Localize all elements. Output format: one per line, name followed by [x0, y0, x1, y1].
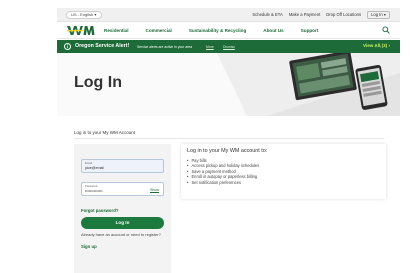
list-item: Set notification preferences — [187, 180, 259, 185]
info-icon: i — [64, 43, 71, 50]
search-icon[interactable] — [382, 26, 390, 34]
browser-page: US - English ▾ Schedule & ETA Make a Pay… — [57, 8, 400, 273]
nav-commercial[interactable]: Commercial — [146, 28, 172, 33]
nav-residential[interactable]: Residential — [104, 28, 129, 33]
nav-support[interactable]: Support — [301, 28, 319, 33]
password-label: Password — [85, 184, 98, 188]
signup-link[interactable]: Sign up — [81, 244, 97, 249]
alert-view-all[interactable]: View All (3) › — [363, 43, 390, 48]
page-title: Log In — [74, 74, 122, 91]
password-value: •••••••••••••• — [85, 189, 103, 193]
schedule-link[interactable]: Schedule & ETA — [252, 12, 282, 19]
benefits-list: Pay bills Access pickup and holiday sche… — [187, 158, 259, 185]
alert-dismiss-link[interactable]: Dismiss — [223, 45, 235, 49]
alert-message: Service alerts are active in your area — [137, 44, 193, 49]
login-form: Email jdoe@email Password ••••••••••••••… — [74, 144, 171, 273]
payment-link[interactable]: Make a Payment — [289, 12, 320, 19]
list-item: Enroll in autopay or paperless billing — [187, 174, 259, 179]
alert-more-link[interactable]: More — [206, 45, 214, 49]
email-value: jdoe@email — [85, 166, 105, 170]
register-prompt: Already have an account or need to regis… — [81, 232, 161, 237]
benefits-card: Log in to your My WM account to: Pay bil… — [181, 144, 386, 199]
email-field[interactable]: Email jdoe@email — [81, 159, 164, 173]
nav-about[interactable]: About Us — [263, 28, 283, 33]
wm-logo-icon[interactable] — [67, 25, 97, 36]
benefits-title: Log in to your My WM account to: — [187, 148, 268, 154]
main-nav: Residential Commercial Sustainability & … — [57, 22, 400, 39]
hero-banner: Log In — [57, 53, 400, 116]
alert-title: Oregon Service Alert! — [75, 43, 130, 49]
nav-sustainability[interactable]: Sustainability & Recycling — [189, 28, 246, 33]
email-label: Email — [85, 161, 92, 165]
login-dropdown[interactable]: Log In ▾ — [367, 11, 390, 19]
password-field[interactable]: Password •••••••••••••• Show — [81, 182, 164, 196]
utility-bar: US - English ▾ Schedule & ETA Make a Pay… — [57, 8, 400, 22]
service-alert-banner: i Oregon Service Alert! Service alerts a… — [57, 40, 400, 53]
forgot-password-link[interactable]: Forgot password? — [81, 208, 118, 213]
language-selector[interactable]: US - English ▾ — [66, 11, 102, 19]
divider — [74, 138, 384, 139]
login-subtitle: Log in to your My WM Account — [74, 130, 136, 135]
login-button[interactable]: Log In — [81, 217, 164, 229]
nav-items: Residential Commercial Sustainability & … — [104, 28, 335, 33]
show-password-button[interactable]: Show — [150, 188, 159, 192]
utility-links: Schedule & ETA Make a Payment Drop Off L… — [252, 11, 390, 19]
dropoff-link[interactable]: Drop Off Locations — [326, 12, 361, 19]
